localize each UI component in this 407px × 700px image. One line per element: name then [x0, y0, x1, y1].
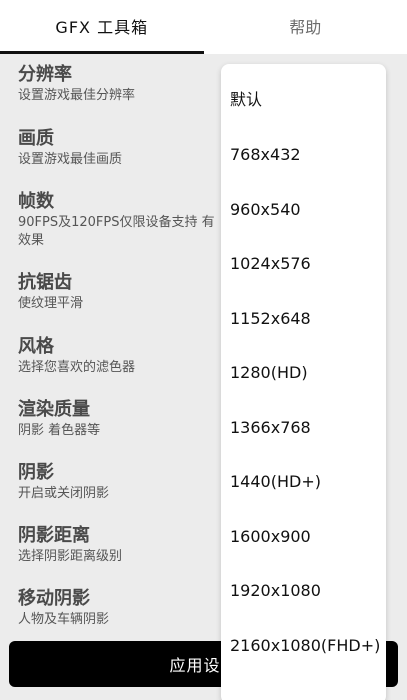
setting-render-quality[interactable]: 渲染质量 阴影 着色器等 [18, 399, 228, 440]
setting-antialiasing[interactable]: 抗锯齿 使纹理平滑 [18, 272, 228, 313]
setting-desc: 选择阴影距离级别 [18, 549, 123, 564]
setting-desc: 开启或关闭阴影 [18, 486, 110, 501]
resolution-dropdown-menu: 默认 768x432 960x540 1024x576 1152x648 128… [221, 64, 386, 700]
setting-fps[interactable]: 帧数 90FPS及120FPS仅限设备支持 有效果 [18, 191, 228, 250]
setting-title: 阴影距离 [18, 525, 90, 546]
setting-shadow[interactable]: 阴影 开启或关闭阴影 [18, 462, 228, 503]
setting-resolution[interactable]: 分辨率 设置游戏最佳分辨率 [18, 64, 228, 105]
setting-title: 渲染质量 [18, 399, 90, 420]
setting-desc: 设置游戏最佳分辨率 [18, 88, 136, 103]
setting-title: 画质 [18, 128, 54, 149]
setting-style[interactable]: 风格 选择您喜欢的滤色器 [18, 336, 228, 377]
resolution-option[interactable]: 960x540 [230, 200, 301, 220]
setting-moving-shadow[interactable]: 移动阴影 人物及车辆阴影 [18, 588, 228, 629]
tab-bar: GFX 工具箱 帮助 [0, 0, 407, 54]
tab-help[interactable]: 帮助 [204, 0, 407, 54]
resolution-option[interactable]: 默认 [230, 90, 262, 110]
resolution-option[interactable]: 1920x1080 [230, 581, 321, 601]
setting-title: 阴影 [18, 462, 54, 483]
setting-title: 帧数 [18, 191, 54, 212]
setting-shadow-distance[interactable]: 阴影距离 选择阴影距离级别 [18, 525, 228, 566]
resolution-option[interactable]: 768x432 [230, 145, 301, 165]
setting-title: 移动阴影 [18, 588, 90, 609]
setting-title: 风格 [18, 336, 54, 357]
setting-desc: 人物及车辆阴影 [18, 612, 110, 627]
setting-desc: 选择您喜欢的滤色器 [18, 360, 136, 375]
setting-desc: 设置游戏最佳画质 [18, 152, 123, 167]
setting-title: 分辨率 [18, 64, 72, 85]
setting-desc: 使纹理平滑 [18, 296, 84, 311]
resolution-option[interactable]: 1024x576 [230, 254, 311, 274]
resolution-option[interactable]: 2160x1080(FHD+) [230, 636, 380, 656]
setting-desc: 阴影 着色器等 [18, 423, 101, 438]
setting-title: 抗锯齿 [18, 272, 72, 293]
resolution-option[interactable]: 1366x768 [230, 418, 311, 438]
resolution-option[interactable]: 1280(HD) [230, 363, 308, 383]
resolution-option[interactable]: 1152x648 [230, 309, 311, 329]
tab-gfx-toolbox[interactable]: GFX 工具箱 [0, 0, 204, 54]
resolution-option[interactable]: 1600x900 [230, 527, 311, 547]
setting-desc: 90FPS及120FPS仅限设备支持 有效果 [18, 215, 215, 248]
setting-quality[interactable]: 画质 设置游戏最佳画质 [18, 128, 228, 169]
resolution-option[interactable]: 1440(HD+) [230, 472, 321, 492]
